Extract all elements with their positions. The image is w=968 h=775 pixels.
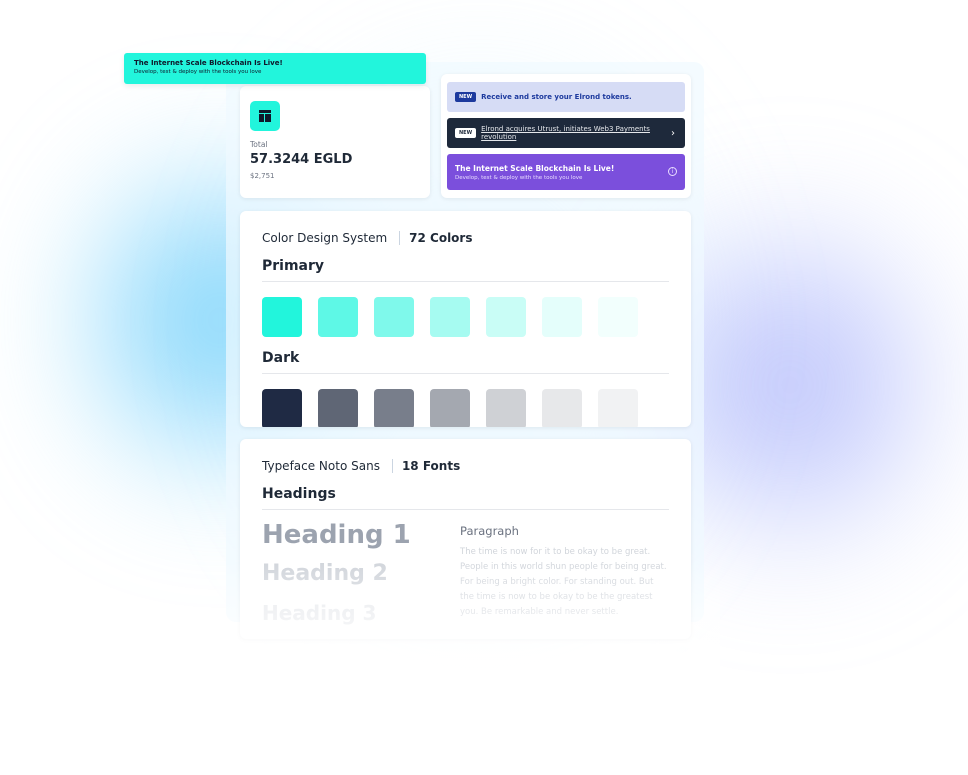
alert-blockchain-live[interactable]: The Internet Scale Blockchain Is Live! D… [447, 154, 685, 190]
heading-3-sample: Heading 3 [262, 601, 377, 625]
color-system-header: Color Design System 72 Colors [262, 231, 669, 245]
dark-swatch-1[interactable] [262, 389, 302, 427]
dark-swatch-6[interactable] [542, 389, 582, 427]
color-system-title: Color Design System [262, 231, 388, 245]
toast-title: The Internet Scale Blockchain Is Live! [134, 59, 283, 67]
balance-amount: 57.3244 EGLD [250, 152, 353, 167]
typeface-header: Typeface Noto Sans 18 Fonts [262, 459, 669, 473]
primary-swatch-5[interactable] [486, 297, 526, 337]
alert-text: Receive and store your Elrond tokens. [481, 93, 632, 101]
balance-usd: $2,751 [250, 172, 275, 180]
typeface-title: Typeface Noto Sans [262, 459, 380, 473]
paragraph-sample: Paragraph The time is now for it to be o… [460, 520, 669, 626]
dark-swatch-2[interactable] [318, 389, 358, 427]
new-badge: NEW [455, 128, 477, 138]
primary-swatches [262, 297, 669, 337]
balance-label: Total [250, 140, 268, 149]
dark-swatch-5[interactable] [486, 389, 526, 427]
color-count: 72 Colors [409, 231, 473, 245]
primary-group-title: Primary [262, 258, 669, 282]
primary-swatch-2[interactable] [318, 297, 358, 337]
layout-icon [250, 101, 280, 131]
alert-subtitle: Develop, test & deploy with the tools yo… [455, 174, 583, 181]
balance-card: Total 57.3244 EGLD $2,751 [240, 86, 430, 198]
typeface-card: Typeface Noto Sans 18 Fonts Headings Hea… [240, 439, 691, 639]
dark-group-title: Dark [262, 350, 669, 374]
divider [391, 459, 393, 473]
font-count: 18 Fonts [401, 459, 461, 473]
paragraph-body: The time is now for it to be okay to be … [460, 547, 667, 617]
divider [399, 231, 401, 245]
primary-swatch-4[interactable] [430, 297, 470, 337]
chevron-right-icon[interactable]: › [671, 128, 675, 139]
headings-title: Headings [262, 486, 669, 510]
dark-swatch-7[interactable] [598, 389, 638, 427]
paragraph-title: Paragraph [460, 524, 519, 538]
primary-swatch-7[interactable] [598, 297, 638, 337]
primary-swatch-6[interactable] [542, 297, 582, 337]
headings-samples: Heading 1 Heading 2 Heading 3 [262, 520, 460, 626]
toast-subtitle: Develop, test & deploy with the tools yo… [134, 69, 262, 75]
alert-receive-tokens[interactable]: NEW Receive and store your Elrond tokens… [447, 82, 685, 112]
alert-title: The Internet Scale Blockchain Is Live! [455, 163, 615, 173]
alert-utrust-news[interactable]: NEW Elrond acquires Utrust, initiates We… [447, 118, 685, 148]
dark-swatch-3[interactable] [374, 389, 414, 427]
heading-1-sample: Heading 1 [262, 520, 411, 550]
announcement-toast[interactable]: The Internet Scale Blockchain Is Live! D… [124, 53, 426, 84]
primary-swatch-3[interactable] [374, 297, 414, 337]
info-icon[interactable]: i [668, 167, 677, 176]
new-badge: NEW [455, 92, 477, 102]
heading-2-sample: Heading 2 [262, 561, 388, 586]
color-system-card: Color Design System 72 Colors Primary Da… [240, 211, 691, 427]
alert-link[interactable]: Elrond acquires Utrust, initiates Web3 P… [481, 125, 677, 141]
dark-swatch-4[interactable] [430, 389, 470, 427]
dark-swatches [262, 389, 669, 427]
alerts-card: NEW Receive and store your Elrond tokens… [441, 74, 691, 198]
primary-swatch-1[interactable] [262, 297, 302, 337]
